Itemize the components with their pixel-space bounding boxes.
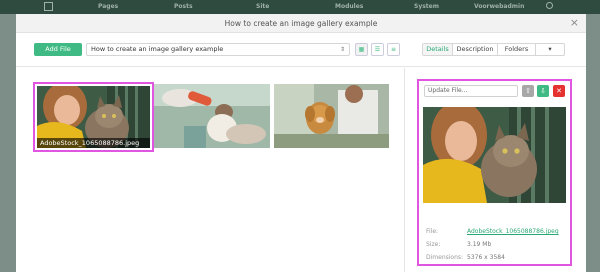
tab-more[interactable]: ▾ — [536, 44, 564, 55]
logo-icon — [44, 2, 53, 11]
file-name-link[interactable]: AdobeStock_1065088786.jpeg — [467, 228, 559, 235]
details-tabs: Details Description Folders ▾ — [422, 43, 565, 56]
close-icon[interactable]: × — [570, 17, 579, 28]
nav-item-pages[interactable]: Pages — [98, 3, 118, 10]
file-label: File: — [426, 228, 439, 235]
gallery-select[interactable]: How to create an image gallery example ⇕ — [86, 43, 350, 56]
list-view-button[interactable]: ☰ — [371, 43, 384, 56]
woman-cat-preview — [423, 107, 566, 203]
upload-button[interactable]: ⇧ — [522, 85, 534, 97]
nav-item-modules[interactable]: Modules — [335, 3, 363, 10]
background-top-nav: Pages Posts Site Modules System Voorweba… — [0, 0, 600, 14]
select-arrows-icon: ⇕ — [339, 46, 345, 53]
tab-details[interactable]: Details — [423, 44, 453, 55]
thumbnail-item[interactable] — [154, 84, 270, 148]
panel-divider — [404, 68, 405, 272]
thumbnail-item[interactable] — [274, 84, 389, 148]
modal-title-bar: How to create an image gallery example × — [16, 14, 586, 33]
gallery-select-value: How to create an image gallery example — [91, 45, 224, 53]
tab-folders[interactable]: Folders — [498, 44, 536, 55]
thumbnail-image — [154, 84, 270, 148]
update-file-input[interactable]: Update File... — [424, 85, 518, 97]
thumbnail-caption: AdobeStock_1065088786.jpeg — [37, 138, 150, 148]
size-label: Size: — [426, 241, 441, 248]
nav-item-site[interactable]: Site — [256, 3, 269, 10]
grid-view-button[interactable]: ▦ — [355, 43, 368, 56]
list-icon: ☰ — [374, 46, 381, 53]
detail-list-icon: ≡ — [390, 46, 397, 53]
thumbnail-grid: AdobeStock_1065088786.jpeg — [16, 68, 404, 272]
nav-item-user[interactable]: Voorwebadmin — [474, 3, 524, 10]
download-button[interactable]: ⇩ — [537, 85, 549, 97]
thumbnail-image — [274, 84, 389, 148]
delete-icon: ✕ — [556, 87, 562, 95]
thumbnail-item[interactable]: AdobeStock_1065088786.jpeg — [33, 82, 154, 152]
man-dog-photo — [274, 84, 389, 148]
file-manager-modal: How to create an image gallery example ×… — [16, 14, 586, 272]
background-left-rail — [0, 14, 16, 272]
size-value: 3.19 Mb — [467, 241, 492, 248]
nav-item-posts[interactable]: Posts — [174, 3, 193, 10]
thumbnail-image: AdobeStock_1065088786.jpeg — [37, 86, 150, 148]
grid-icon: ▦ — [358, 46, 365, 53]
tab-description[interactable]: Description — [453, 44, 498, 55]
detail-view-button[interactable]: ≡ — [387, 43, 400, 56]
delete-button[interactable]: ✕ — [553, 85, 565, 97]
background-right-rail — [586, 14, 600, 272]
add-file-button[interactable]: Add File — [34, 43, 82, 56]
modal-title: How to create an image gallery example — [224, 19, 378, 28]
nav-item-system[interactable]: System — [414, 3, 439, 10]
kitten-feeding-photo — [154, 84, 270, 148]
dimensions-value: 5376 x 3584 — [467, 254, 505, 261]
search-icon[interactable] — [546, 2, 553, 9]
dimensions-label: Dimensions: — [426, 254, 464, 261]
download-icon: ⇩ — [540, 87, 546, 95]
file-details-panel: Update File... ⇧ ⇩ ✕ File: AdobeStock_10… — [417, 79, 572, 266]
file-preview-image — [423, 107, 566, 203]
upload-icon: ⇧ — [525, 87, 531, 95]
toolbar: Add File How to create an image gallery … — [16, 33, 586, 67]
